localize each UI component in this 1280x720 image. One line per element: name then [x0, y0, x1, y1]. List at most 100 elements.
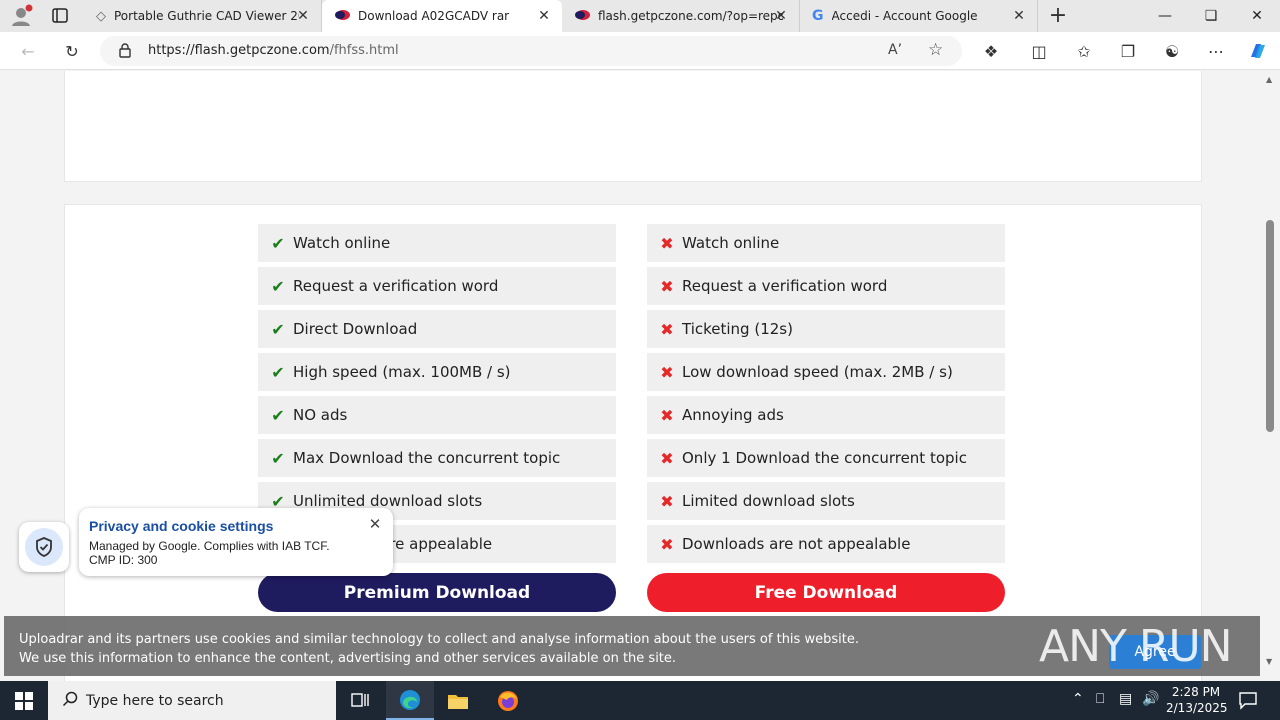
feature-label: Downloads are not appealable: [682, 535, 911, 553]
feature-label: Request a verification word: [293, 277, 499, 295]
shield-icon: [25, 528, 63, 566]
scroll-down-icon[interactable]: ▼: [1266, 657, 1272, 666]
tab-title: Download A02GCADV rar: [358, 9, 510, 23]
file-explorer-icon[interactable]: [434, 681, 482, 720]
tab-actions-icon[interactable]: [48, 6, 72, 26]
premium-feature-item: ✔ Max Download the concurrent topic: [258, 439, 616, 477]
tab-portable-guthrie[interactable]: ◇ Portable Guthrie CAD Viewer 202 ✕: [84, 0, 322, 32]
check-icon: ✔: [271, 448, 285, 468]
task-view-icon[interactable]: [336, 681, 384, 720]
search-placeholder: Type here to search: [86, 692, 224, 709]
close-icon[interactable]: ✕: [773, 8, 789, 24]
free-feature-item: ✖ Annoying ads: [647, 396, 1005, 434]
check-icon: ✔: [271, 233, 285, 253]
tab-flash-report[interactable]: flash.getpczone.com/?op=report ✕: [562, 0, 800, 32]
cross-icon: ✖: [660, 276, 674, 296]
free-feature-item: ✖ Ticketing (12s): [647, 310, 1005, 348]
premium-feature-item: ✔ Request a verification word: [258, 267, 616, 305]
clock-date: 2/13/2025: [1166, 701, 1228, 715]
free-feature-item: ✖ Limited download slots: [647, 482, 1005, 520]
cross-icon: ✖: [660, 405, 674, 425]
chevron-up-icon[interactable]: ⌃: [1072, 691, 1084, 707]
premium-feature-item: ✔ NO ads: [258, 396, 616, 434]
more-options-icon[interactable]: ⋯: [1201, 36, 1231, 66]
feature-label: Watch online: [682, 234, 780, 252]
cookie-text-line-2: We use this information to enhance the c…: [19, 651, 677, 666]
cookie-consent-bar: Uploadrar and its partners use cookies a…: [4, 616, 1260, 676]
feature-label: Ticketing (12s): [682, 320, 793, 338]
close-icon[interactable]: ✕: [1011, 8, 1027, 24]
lock-icon[interactable]: [118, 42, 132, 62]
tab-favicon-icon: ◇: [96, 8, 106, 24]
feature-label: Only 1 Download the concurrent topic: [682, 449, 967, 467]
tab-title: flash.getpczone.com/?op=report: [598, 9, 783, 23]
premium-download-button[interactable]: Premium Download: [258, 573, 616, 612]
scroll-up-icon[interactable]: ▲: [1266, 75, 1272, 84]
restore-button[interactable]: ❏: [1188, 0, 1234, 32]
volume-icon[interactable]: 🔊: [1142, 691, 1159, 707]
close-window-button[interactable]: ✕: [1234, 0, 1280, 32]
cross-icon: ✖: [660, 319, 674, 339]
address-bar[interactable]: https://flash.getpczone.com/fhfss.html A…: [100, 36, 962, 66]
feature-label: Annoying ads: [682, 406, 784, 424]
page-content: ✔ Watch online ✔ Request a verification wor…: [0, 71, 1280, 681]
free-feature-item: ✖ Watch online: [647, 224, 1005, 262]
favorites-icon[interactable]: ✩: [1069, 36, 1099, 66]
tab-favicon-icon: [334, 9, 350, 24]
refresh-icon[interactable]: ↻: [57, 36, 87, 66]
clock-time: 2:28 PM: [1171, 685, 1221, 699]
free-feature-item: ✖ Request a verification word: [647, 267, 1005, 305]
new-tab-button[interactable]: +: [1046, 4, 1070, 28]
google-g-icon: G: [812, 8, 824, 24]
close-icon[interactable]: ✕: [295, 8, 311, 24]
cross-icon: ✖: [660, 491, 674, 511]
notification-icon[interactable]: [1238, 690, 1258, 714]
free-feature-item: ✖ Only 1 Download the concurrent topic: [647, 439, 1005, 477]
firefox-icon[interactable]: [484, 681, 532, 720]
free-feature-item: ✖ Low download speed (max. 2MB / s): [647, 353, 1005, 391]
privacy-title[interactable]: Privacy and cookie settings: [89, 518, 273, 534]
privacy-shield-button[interactable]: [19, 522, 69, 572]
tab-title: Accedi - Account Google: [831, 9, 978, 23]
copilot-icon[interactable]: [1243, 36, 1273, 66]
edge-browser-icon[interactable]: [386, 681, 434, 720]
read-aloud-icon[interactable]: A’: [888, 42, 902, 58]
taskbar-clock[interactable]: 2:28 PM 2/13/2025: [1166, 684, 1228, 716]
meet-now-icon[interactable]: ⎕: [1096, 691, 1104, 707]
feature-label: Max Download the concurrent topic: [293, 449, 561, 467]
feature-label: Low download speed (max. 2MB / s): [682, 363, 953, 381]
extensions-icon[interactable]: ❖: [976, 36, 1006, 66]
favorite-star-icon[interactable]: ☆: [928, 40, 943, 60]
taskbar-search-box[interactable]: Type here to search: [48, 681, 336, 720]
start-button[interactable]: [0, 681, 48, 720]
scroll-thumb[interactable]: [1266, 220, 1274, 432]
tab-title: Portable Guthrie CAD Viewer 202: [114, 9, 299, 23]
close-icon[interactable]: ✕: [367, 516, 383, 532]
ad-card: [64, 71, 1202, 182]
free-download-button[interactable]: Free Download: [647, 573, 1005, 612]
cookie-text-line-1: Uploadrar and its partners use cookies a…: [19, 632, 859, 647]
collections-icon[interactable]: ❐: [1113, 36, 1143, 66]
premium-feature-item: ✔ Direct Download: [258, 310, 616, 348]
minimize-button[interactable]: —: [1142, 0, 1188, 32]
split-screen-icon[interactable]: ◫: [1024, 36, 1054, 66]
privacy-popup: Privacy and cookie settings Managed by G…: [79, 508, 393, 576]
tab-strip: ◇ Portable Guthrie CAD Viewer 202 ✕ Down…: [0, 0, 1280, 32]
profile-icon[interactable]: [8, 4, 34, 28]
back-arrow-icon[interactable]: ←: [13, 36, 43, 66]
cross-icon: ✖: [660, 362, 674, 382]
feature-label: Watch online: [293, 234, 391, 252]
feature-label: High speed (max. 100MB / s): [293, 363, 511, 381]
browser-toolbar: ← ↻ https://flash.getpczone.com/fhfss.ht…: [0, 32, 1280, 70]
tab-google-account[interactable]: G Accedi - Account Google ✕: [800, 0, 1038, 32]
cross-icon: ✖: [660, 233, 674, 253]
check-icon: ✔: [271, 276, 285, 296]
cross-icon: ✖: [660, 534, 674, 554]
page-scrollbar[interactable]: ▲ ▼: [1262, 71, 1280, 681]
premium-feature-item: ✔ High speed (max. 100MB / s): [258, 353, 616, 391]
performance-icon[interactable]: ☯: [1157, 36, 1187, 66]
tab-download-a02gcadv[interactable]: Download A02GCADV rar ✕: [322, 0, 562, 32]
feature-label: NO ads: [293, 406, 348, 424]
close-icon[interactable]: ✕: [536, 8, 552, 24]
network-icon[interactable]: ▤: [1119, 691, 1132, 707]
